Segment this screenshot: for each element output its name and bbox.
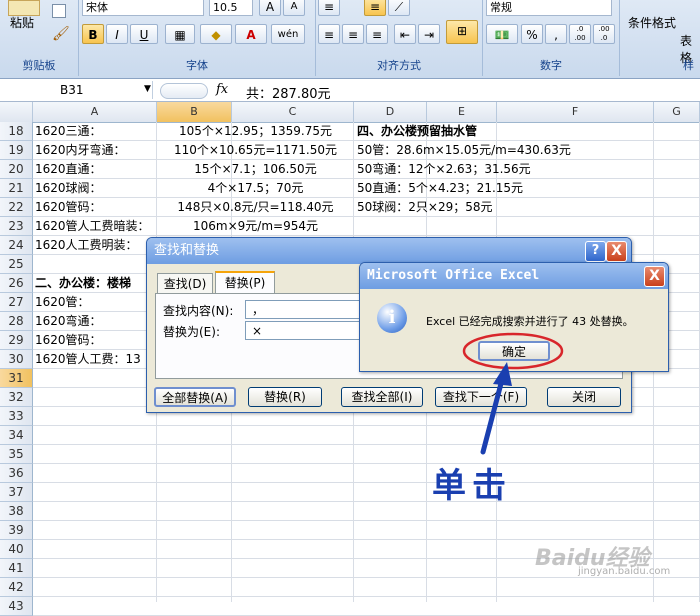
highlight-circle bbox=[462, 332, 564, 370]
pointer-arrow bbox=[480, 373, 506, 455]
watermark-url: jingyan.baidu.com bbox=[578, 566, 671, 577]
pointer-arrowhead bbox=[493, 362, 512, 386]
annotation-overlay bbox=[462, 332, 564, 455]
annotation-label: 单击 bbox=[432, 466, 512, 506]
